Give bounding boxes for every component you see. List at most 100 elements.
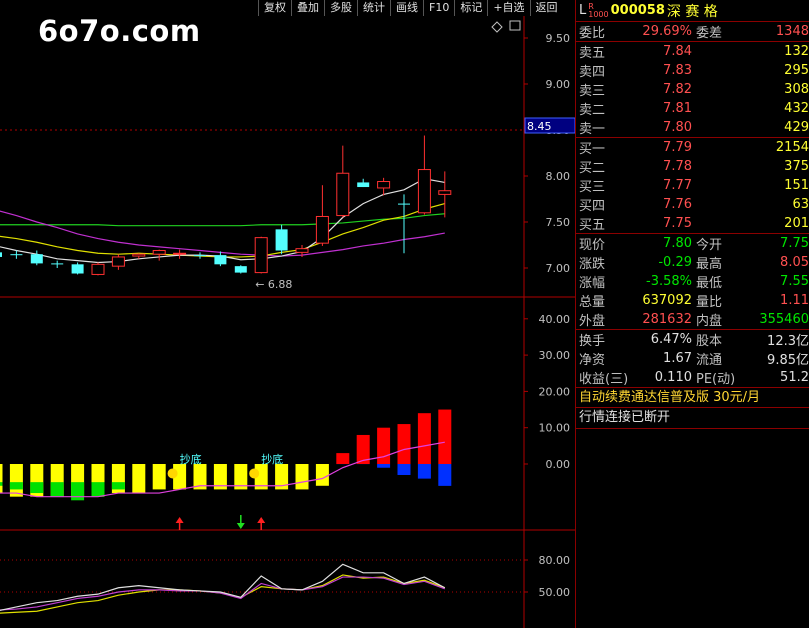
indicator-bar — [377, 427, 391, 464]
candle-body — [10, 254, 23, 256]
ask-row[interactable]: 卖四 7.83 295 — [576, 61, 809, 80]
ask-row[interactable]: 卖二 7.81 432 — [576, 99, 809, 118]
ask-row-label: 卖一 — [579, 122, 606, 137]
price-tick: 8.00 — [546, 170, 571, 183]
coin-icon — [167, 468, 178, 479]
order-ratio-label: 委比 — [579, 26, 606, 41]
quote-row[interactable]: 总量 637092 量比 1.11 — [576, 291, 809, 310]
quote-row-value2: 1.11 — [780, 293, 809, 308]
toolbar-button-2[interactable]: 多股 — [324, 0, 357, 16]
indicator-bar-inner — [30, 482, 44, 494]
quote-row-value: 7.80 — [663, 236, 692, 251]
toolbar-button-4[interactable]: 画线 — [390, 0, 423, 16]
indicator-bar — [9, 464, 23, 497]
fund-row-label2: 流通 — [696, 353, 723, 368]
quote-row[interactable]: 涨幅 -3.58% 最低 7.55 — [576, 272, 809, 291]
signal-label: 抄底 — [261, 452, 283, 466]
ask-row-price: 7.81 — [663, 101, 692, 116]
fund-row-label2: PE(动) — [696, 372, 736, 387]
diamond-icon[interactable] — [491, 21, 503, 33]
bid-row[interactable]: 买二 7.78 375 — [576, 157, 809, 176]
candle-body — [438, 190, 452, 195]
candle-body — [377, 181, 391, 189]
price-tick: 9.50 — [546, 32, 571, 45]
toolbar-button-7[interactable]: +自选 — [487, 0, 530, 16]
fund-row-label: 净资 — [579, 353, 606, 368]
ask-row-vol: 432 — [784, 101, 809, 116]
quote-row[interactable]: 现价 7.80 今开 7.75 — [576, 234, 809, 253]
rz-badge: R 1000 — [588, 1, 609, 19]
price-tick: 7.00 — [546, 262, 571, 275]
oscillator-tick: 80.00 — [539, 554, 571, 567]
bid-row-vol: 2154 — [775, 140, 809, 155]
toolbar-button-5[interactable]: F10 — [423, 0, 455, 16]
ask-row[interactable]: 卖三 7.82 308 — [576, 80, 809, 99]
candle-body — [0, 252, 2, 257]
toolbar-button-8[interactable]: 返回 — [529, 0, 563, 16]
quote-row-value: -0.29 — [658, 255, 692, 270]
ask-row-price: 7.84 — [663, 44, 692, 59]
candle-body — [295, 248, 309, 253]
indicator-tick: 10.00 — [539, 422, 571, 435]
candle-body — [214, 255, 227, 265]
candle-body — [336, 172, 350, 217]
ad-banner[interactable]: 自动续费通达信普及版 30元/月 — [576, 388, 809, 408]
quote-row[interactable]: 外盘 281632 内盘 355460 — [576, 310, 809, 329]
fund-row-label: 收益(三) — [579, 372, 629, 387]
fund-row[interactable]: 净资 1.67 流通 9.85亿 — [576, 349, 809, 368]
indicator-bar-inner — [9, 482, 23, 490]
fund-row-value: 0.110 — [654, 370, 692, 385]
fund-row[interactable]: 换手 6.47% 股本 12.3亿 — [576, 330, 809, 349]
bid-row[interactable]: 买一 7.79 2154 — [576, 138, 809, 157]
ask-row-label: 卖二 — [579, 103, 606, 118]
stock-header[interactable]: L R 1000 000058 深 赛 格 — [576, 0, 809, 22]
ask-row-vol: 308 — [784, 82, 809, 97]
connection-status: 行情连接已断开 — [576, 408, 809, 429]
indicator-tick: 40.00 — [539, 313, 571, 326]
bid-row-price: 7.76 — [663, 197, 692, 212]
candle-body — [315, 215, 329, 244]
oscillator-tick: 50.00 — [539, 586, 571, 599]
toolbar-button-6[interactable]: 标记 — [454, 0, 488, 16]
window-icon[interactable] — [509, 20, 521, 31]
toolbar-button-3[interactable]: 统计 — [357, 0, 390, 16]
indicator-bar-inner — [111, 482, 125, 490]
coin-icon — [249, 468, 260, 479]
toolbar-button-1[interactable]: 叠加 — [291, 0, 324, 16]
bid-row-label: 买三 — [579, 180, 606, 195]
bid-row-price: 7.79 — [663, 140, 692, 155]
ask-row-vol: 429 — [784, 120, 809, 135]
bid-book: 买一 7.79 2154 买二 7.78 375 买三 7.77 151 买四 7.76 63 买五 7.… — [576, 138, 809, 234]
ask-row-vol: 132 — [784, 44, 809, 59]
quote-row-label2: 今开 — [696, 238, 723, 253]
price-tick: 7.50 — [546, 216, 571, 229]
quote-row[interactable]: 涨跌 -0.29 最高 8.05 — [576, 253, 809, 272]
bid-row-vol: 201 — [784, 216, 809, 231]
candlestick-chart: ← 6.88 — [0, 20, 521, 291]
quote-stats: 现价 7.80 今开 7.75 涨跌 -0.29 最高 8.05 涨幅 -3.58% 最低 7.55 总… — [576, 234, 809, 330]
candle-body — [194, 255, 206, 257]
indicator-bar-inner — [50, 482, 64, 497]
quote-row-value: -3.58% — [646, 274, 692, 289]
indicator-bar — [0, 464, 3, 494]
indicator-bar — [417, 413, 431, 464]
bid-row[interactable]: 买五 7.75 201 — [576, 214, 809, 233]
indicator-bar-inner — [438, 464, 452, 486]
quote-panel: L R 1000 000058 深 赛 格 委比 29.69% 委差 1348 卖… — [575, 0, 809, 628]
low-marker: ← 6.88 — [255, 278, 292, 291]
fund-row-label: 换手 — [579, 334, 606, 349]
ask-row[interactable]: 卖一 7.80 429 — [576, 118, 809, 137]
bid-row-label: 买二 — [579, 161, 606, 176]
fund-row-value2: 51.2 — [780, 370, 809, 385]
bid-row[interactable]: 买三 7.77 151 — [576, 176, 809, 195]
fund-row[interactable]: 收益(三) 0.110 PE(动) 51.2 — [576, 368, 809, 387]
toolbar-button-0[interactable]: 复权 — [258, 0, 291, 16]
quote-row-value2: 7.55 — [780, 274, 809, 289]
indicator-bar-inner — [91, 482, 105, 497]
quote-row-value2: 355460 — [759, 312, 809, 327]
indicator-bar — [315, 464, 329, 486]
stock-code: 000058 — [610, 3, 665, 18]
ask-row[interactable]: 卖五 7.84 132 — [576, 42, 809, 61]
bid-row[interactable]: 买四 7.76 63 — [576, 195, 809, 214]
fund-row-value: 1.67 — [663, 351, 692, 366]
